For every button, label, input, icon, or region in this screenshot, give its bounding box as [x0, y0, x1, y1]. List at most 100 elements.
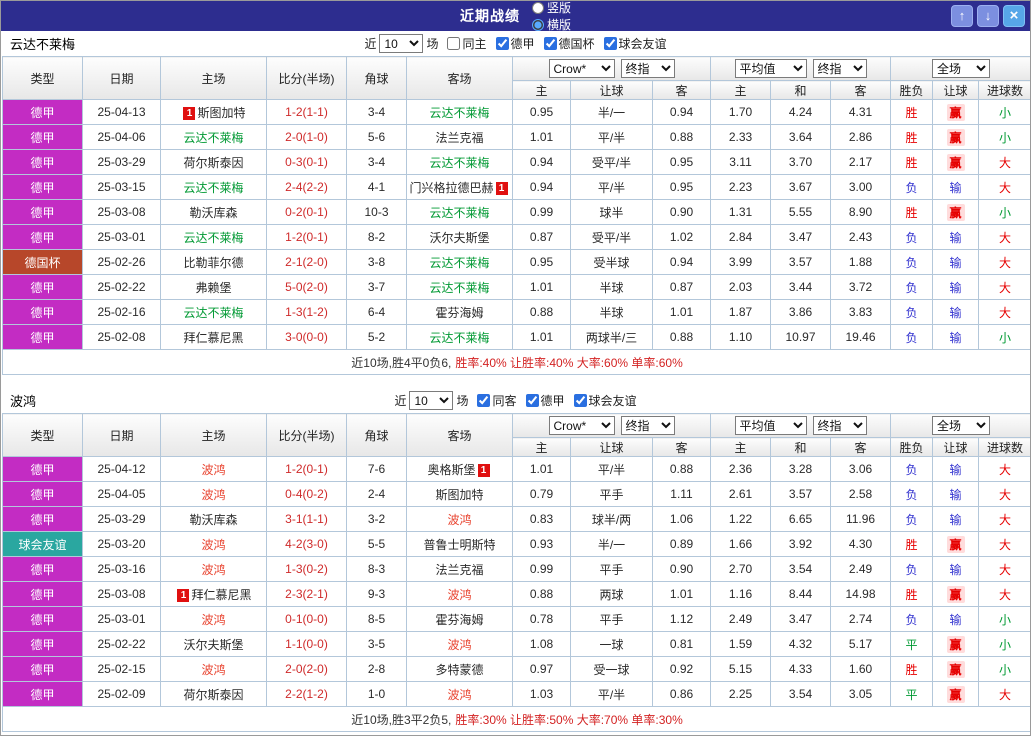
- odds-stage-select[interactable]: 终指: [620, 59, 675, 78]
- home-team-cell[interactable]: 勒沃库森: [160, 199, 267, 225]
- home-team-cell[interactable]: 波鸿: [160, 656, 267, 682]
- close-button[interactable]: ×: [1003, 5, 1025, 27]
- odds-home-cell: 0.99: [512, 199, 571, 225]
- away-team-cell[interactable]: 多特蒙德: [406, 656, 513, 682]
- handicap-result-text: 赢: [946, 635, 965, 653]
- avg-source-select[interactable]: 平均值: [734, 59, 807, 78]
- away-team-cell[interactable]: 云达不莱梅: [406, 199, 513, 225]
- sub-header-7: 让球: [932, 80, 980, 100]
- avg-source-select[interactable]: 平均值: [734, 416, 807, 435]
- odds-company-select[interactable]: Crow*: [548, 416, 615, 435]
- away-team-cell[interactable]: 普鲁士明斯特: [406, 531, 513, 557]
- radio-horizontal-layout[interactable]: [531, 18, 544, 31]
- away-team-cell[interactable]: 霍芬海姆: [406, 606, 513, 632]
- score-cell[interactable]: 5-0(2-0): [266, 274, 347, 300]
- away-team-cell[interactable]: 波鸿: [406, 681, 513, 707]
- home-team-cell[interactable]: 沃尔夫斯堡: [160, 631, 267, 657]
- home-team-cell[interactable]: 云达不莱梅: [160, 299, 267, 325]
- score-cell[interactable]: 0-1(0-0): [266, 606, 347, 632]
- checkbox-bundesliga[interactable]: [525, 394, 539, 407]
- home-team-cell[interactable]: 荷尔斯泰因: [160, 149, 267, 175]
- away-team-cell[interactable]: 波鸿: [406, 631, 513, 657]
- checkbox-bundesliga[interactable]: [495, 37, 509, 50]
- avg-stage-select[interactable]: 终指: [812, 59, 867, 78]
- home-team-cell[interactable]: 比勒菲尔德: [160, 249, 267, 275]
- away-team-cell[interactable]: 云达不莱梅: [406, 99, 513, 125]
- filter-option-bundesliga[interactable]: 德甲: [525, 392, 565, 409]
- score-cell[interactable]: 0-3(0-1): [266, 149, 347, 175]
- recent-count-select[interactable]: 10: [409, 391, 454, 410]
- away-team-cell[interactable]: 波鸿: [406, 581, 513, 607]
- scope-select[interactable]: 全场: [932, 59, 991, 78]
- home-team-cell[interactable]: 云达不莱梅: [160, 224, 267, 250]
- team-name-text: 法兰克福: [435, 562, 484, 577]
- score-cell[interactable]: 1-2(0-1): [266, 456, 347, 482]
- filter-option-bundesliga[interactable]: 德甲: [495, 35, 535, 52]
- filter-option-club-friendly[interactable]: 球会友谊: [603, 35, 667, 52]
- odds-company-select[interactable]: Crow*: [548, 59, 615, 78]
- score-cell[interactable]: 1-3(0-2): [266, 556, 347, 582]
- away-team-cell[interactable]: 波鸿: [406, 506, 513, 532]
- home-team-cell[interactable]: 波鸿: [160, 481, 267, 507]
- scope-select[interactable]: 全场: [932, 416, 991, 435]
- away-team-cell[interactable]: 云达不莱梅: [406, 274, 513, 300]
- away-team-cell[interactable]: 斯图加特: [406, 481, 513, 507]
- score-cell[interactable]: 2-3(2-1): [266, 581, 347, 607]
- avg-home-cell: 1.66: [710, 531, 772, 557]
- avg-stage-select[interactable]: 终指: [812, 416, 867, 435]
- score-cell[interactable]: 2-1(2-0): [266, 249, 347, 275]
- checkbox-same-home[interactable]: [447, 37, 461, 50]
- home-team-cell[interactable]: 波鸿: [160, 606, 267, 632]
- home-team-cell[interactable]: 荷尔斯泰因: [160, 681, 267, 707]
- score-cell[interactable]: 0-2(0-1): [266, 199, 347, 225]
- filter-option-club-friendly[interactable]: 球会友谊: [573, 392, 637, 409]
- away-team-cell[interactable]: 云达不莱梅: [406, 324, 513, 350]
- checkbox-same-away[interactable]: [477, 394, 491, 407]
- score-cell[interactable]: 2-0(2-0): [266, 656, 347, 682]
- layout-option-vertical[interactable]: 竖版: [531, 1, 571, 16]
- filter-option-same-home[interactable]: 同主: [447, 35, 487, 52]
- home-team-cell[interactable]: 波鸿: [160, 531, 267, 557]
- odds-stage-select[interactable]: 终指: [620, 416, 675, 435]
- filter-option-dfb-pokal[interactable]: 德国杯: [543, 35, 595, 52]
- away-team-cell[interactable]: 法兰克福: [406, 124, 513, 150]
- avg-away-cell: 2.74: [830, 606, 892, 632]
- score-cell[interactable]: 4-2(3-0): [266, 531, 347, 557]
- checkbox-club-friendly[interactable]: [603, 37, 617, 50]
- filter-option-same-away[interactable]: 同客: [477, 392, 517, 409]
- score-cell[interactable]: 1-1(0-0): [266, 631, 347, 657]
- away-team-cell[interactable]: 奥格斯堡 1: [406, 456, 513, 482]
- score-cell[interactable]: 1-2(1-1): [266, 99, 347, 125]
- home-team-cell[interactable]: 云达不莱梅: [160, 174, 267, 200]
- home-team-cell[interactable]: 云达不莱梅: [160, 124, 267, 150]
- score-cell[interactable]: 3-0(0-0): [266, 324, 347, 350]
- score-cell[interactable]: 1-3(1-2): [266, 299, 347, 325]
- away-team-cell[interactable]: 云达不莱梅: [406, 249, 513, 275]
- home-team-cell[interactable]: 勒沃库森: [160, 506, 267, 532]
- radio-vertical-layout[interactable]: [531, 1, 544, 14]
- recent-count-select[interactable]: 10: [379, 34, 424, 53]
- score-cell[interactable]: 2-2(1-2): [266, 681, 347, 707]
- home-team-cell[interactable]: 1 斯图加特: [160, 99, 267, 125]
- checkbox-dfb-pokal[interactable]: [543, 37, 557, 50]
- match-row: 德甲 25-03-01 波鸿 0-1(0-0) 8-5 霍芬海姆 0.78 平手 1.12 2.4…: [2, 606, 1030, 632]
- score-cell[interactable]: 2-0(1-0): [266, 124, 347, 150]
- away-team-cell[interactable]: 沃尔夫斯堡: [406, 224, 513, 250]
- score-cell[interactable]: 2-4(2-2): [266, 174, 347, 200]
- away-team-cell[interactable]: 法兰克福: [406, 556, 513, 582]
- home-team-cell[interactable]: 1 拜仁慕尼黑: [160, 581, 267, 607]
- away-team-cell[interactable]: 霍芬海姆: [406, 299, 513, 325]
- down-button[interactable]: ↓: [977, 5, 999, 27]
- away-team-cell[interactable]: 云达不莱梅: [406, 149, 513, 175]
- up-button[interactable]: ↑: [951, 5, 973, 27]
- score-cell[interactable]: 1-2(0-1): [266, 224, 347, 250]
- checkbox-club-friendly[interactable]: [573, 394, 587, 407]
- score-cell[interactable]: 3-1(1-1): [266, 506, 347, 532]
- home-team-cell[interactable]: 弗赖堡: [160, 274, 267, 300]
- score-cell[interactable]: 0-4(0-2): [266, 481, 347, 507]
- away-team-cell[interactable]: 门兴格拉德巴赫 1: [406, 174, 513, 200]
- match-date-cell: 25-03-16: [82, 556, 161, 582]
- home-team-cell[interactable]: 波鸿: [160, 556, 267, 582]
- home-team-cell[interactable]: 波鸿: [160, 456, 267, 482]
- home-team-cell[interactable]: 拜仁慕尼黑: [160, 324, 267, 350]
